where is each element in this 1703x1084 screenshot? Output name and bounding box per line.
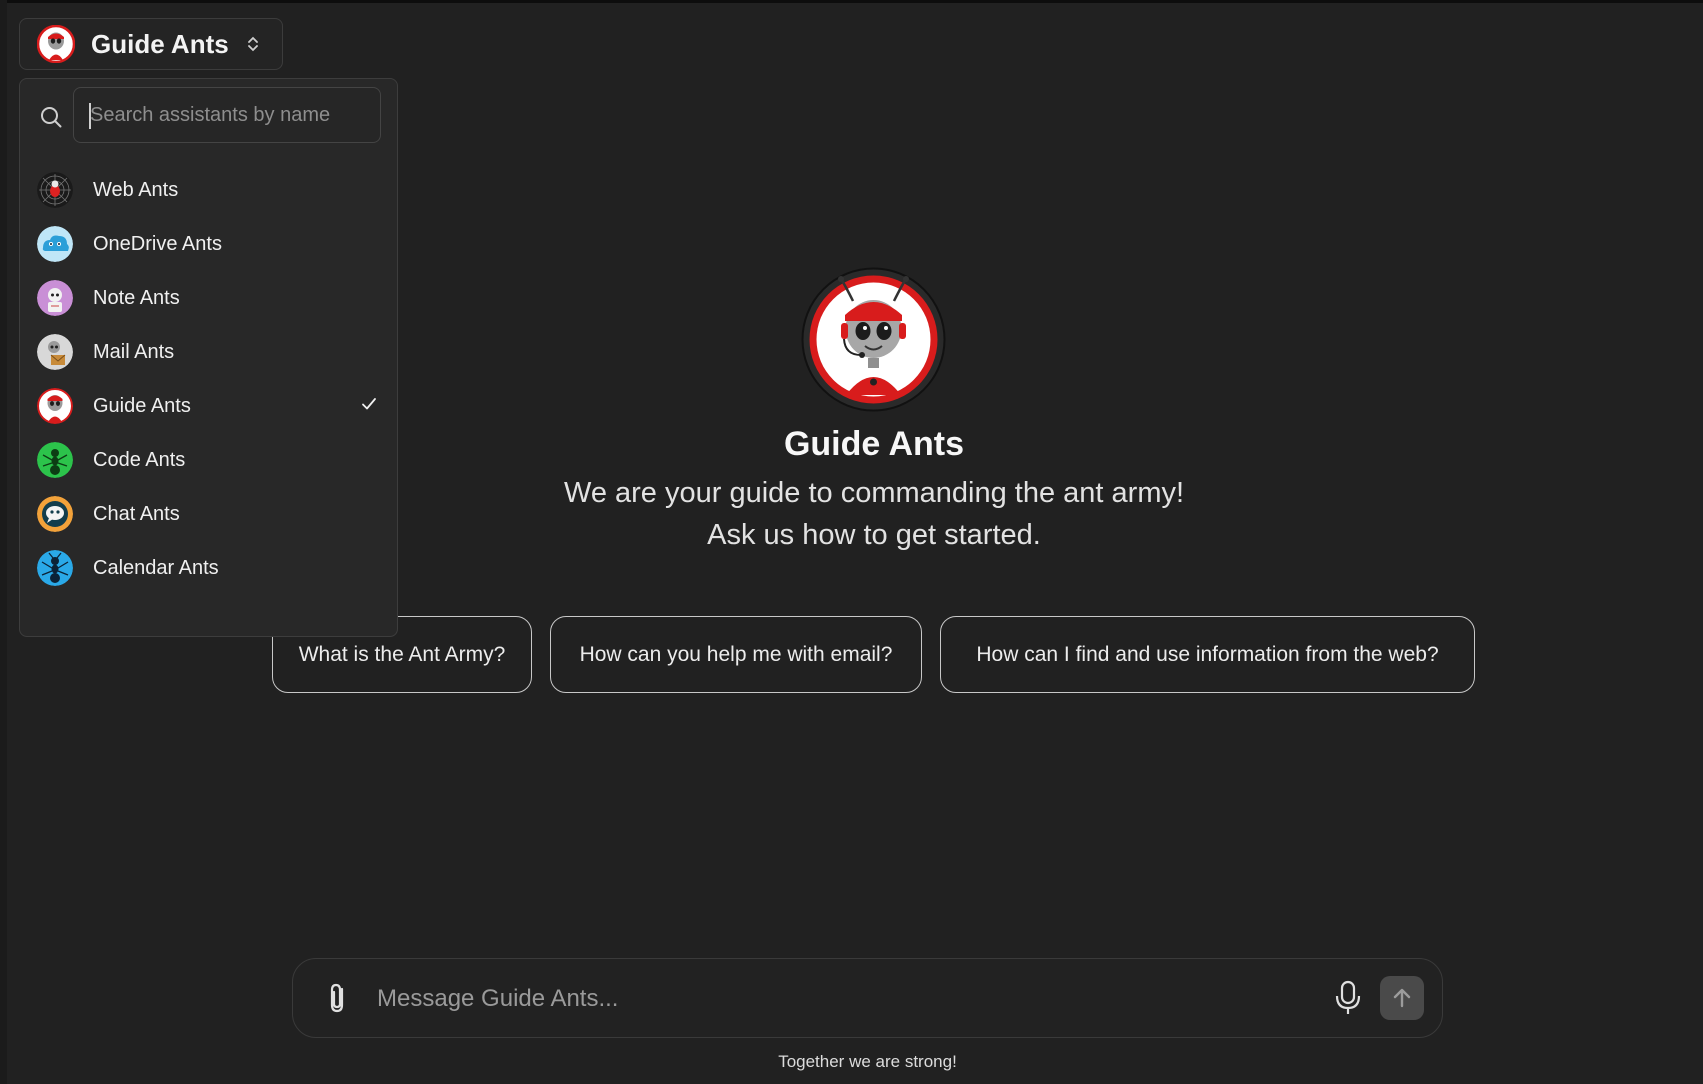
suggestion-chip[interactable]: How can I find and use information from … — [940, 616, 1475, 693]
selected-assistant-title: Guide Ants — [91, 28, 229, 59]
calendar-ant-avatar-icon — [37, 550, 73, 586]
microphone-icon[interactable] — [1333, 979, 1363, 1022]
suggestion-chip[interactable]: How can you help me with email? — [550, 616, 922, 693]
web-ant-avatar-icon — [37, 172, 73, 208]
assistant-item-note-ants[interactable]: Note Ants — [20, 271, 397, 325]
arrow-up-icon — [1393, 988, 1411, 1008]
message-composer — [292, 958, 1443, 1038]
assistant-item-label: Calendar Ants — [93, 556, 219, 579]
chevron-up-down-icon — [247, 34, 259, 54]
assistant-item-mail-ants[interactable]: Mail Ants — [20, 325, 397, 379]
assistant-item-web-ants[interactable]: Web Ants — [20, 163, 397, 217]
assistant-list: Web Ants OneDrive Ants Note Ants Mail An… — [20, 163, 397, 595]
search-icon — [39, 105, 63, 134]
assistant-item-label: Note Ants — [93, 286, 180, 309]
mail-ant-avatar-icon — [37, 334, 73, 370]
guide-ant-avatar-icon — [37, 388, 73, 424]
text-caret — [89, 103, 91, 129]
assistant-item-label: Code Ants — [93, 448, 186, 471]
assistant-item-chat-ants[interactable]: Chat Ants — [20, 487, 397, 541]
guide-ant-hero-avatar-icon — [801, 267, 946, 412]
guide-ant-avatar-icon — [37, 25, 75, 63]
message-input[interactable] — [375, 973, 1309, 1025]
assistant-item-onedrive-ants[interactable]: OneDrive Ants — [20, 217, 397, 271]
assistant-search — [20, 87, 397, 145]
assistant-item-calendar-ants[interactable]: Calendar Ants — [20, 541, 397, 595]
send-button[interactable] — [1380, 976, 1424, 1020]
code-ant-avatar-icon — [37, 442, 73, 478]
chat-ant-avatar-icon — [37, 496, 73, 532]
assistant-item-code-ants[interactable]: Code Ants — [20, 433, 397, 487]
assistant-item-label: Mail Ants — [93, 340, 175, 363]
checkmark-icon — [360, 395, 378, 418]
assistant-item-label: OneDrive Ants — [93, 232, 222, 255]
assistant-search-input[interactable] — [73, 87, 381, 143]
assistant-item-label: Chat Ants — [93, 502, 180, 525]
assistant-dropdown: Web Ants OneDrive Ants Note Ants — [19, 78, 398, 637]
window-top-edge — [0, 0, 1703, 3]
assistant-item-label: Guide Ants — [93, 394, 191, 417]
onedrive-ant-avatar-icon — [37, 226, 73, 262]
assistant-selector-button[interactable]: Guide Ants — [19, 18, 283, 70]
note-ant-avatar-icon — [37, 280, 73, 316]
paperclip-icon[interactable] — [323, 981, 353, 1020]
assistant-item-label: Web Ants — [93, 178, 179, 201]
assistant-item-guide-ants[interactable]: Guide Ants — [20, 379, 397, 433]
footer-tagline: Together we are strong! — [778, 1052, 957, 1071]
